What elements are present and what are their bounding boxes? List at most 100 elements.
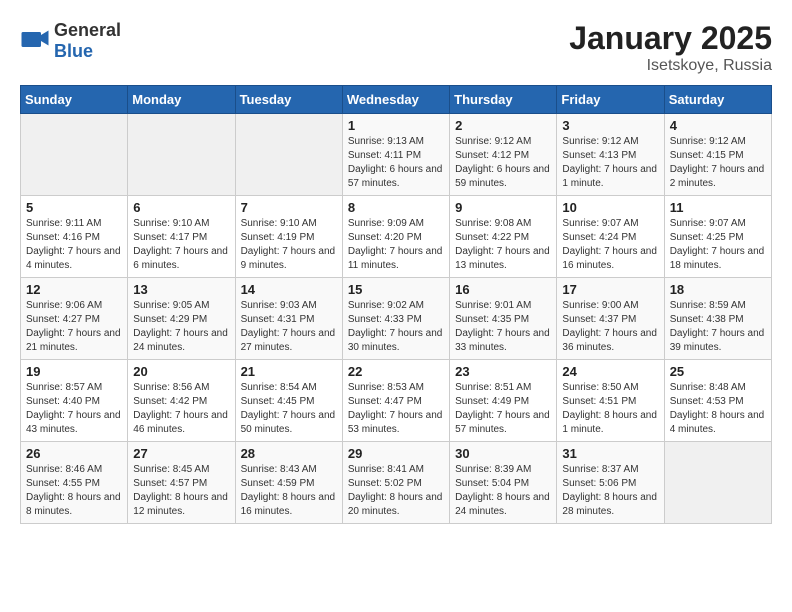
day-number: 24 (562, 364, 658, 379)
calendar-cell: 21 Sunrise: 8:54 AM Sunset: 4:45 PM Dayli… (235, 360, 342, 442)
day-info: Sunrise: 8:51 AM Sunset: 4:49 PM Dayligh… (455, 381, 551, 437)
day-number: 11 (670, 200, 766, 215)
day-number: 12 (26, 282, 122, 297)
day-info: Sunrise: 8:39 AM Sunset: 5:04 PM Dayligh… (455, 463, 551, 519)
day-number: 16 (455, 282, 551, 297)
day-info: Sunrise: 9:00 AM Sunset: 4:37 PM Dayligh… (562, 299, 658, 355)
calendar-cell: 22Sunrise: 8:53 AM Sunset: 4:47 PM Dayli… (342, 360, 449, 442)
calendar-cell: 6 Sunrise: 9:10 AM Sunset: 4:17 PM Daylig… (128, 196, 235, 278)
day-info: Sunrise: 9:07 AM Sunset: 4:25 PM Dayligh… (670, 217, 766, 273)
calendar-week-row: 1 Sunrise: 9:13 AM Sunset: 4:11 PM Daylig… (21, 114, 772, 196)
calendar-cell: 26Sunrise: 8:46 AM Sunset: 4:55 PM Dayli… (21, 442, 128, 524)
logo-general-text: General (54, 20, 121, 40)
day-number: 19 (26, 364, 122, 379)
calendar-cell: 7Sunrise: 9:10 AM Sunset: 4:19 PM Daylig… (235, 196, 342, 278)
day-info: Sunrise: 9:12 AM Sunset: 4:12 PM Dayligh… (455, 135, 551, 191)
day-info: Sunrise: 9:02 AM Sunset: 4:33 PM Dayligh… (348, 299, 444, 355)
calendar-week-row: 19Sunrise: 8:57 AM Sunset: 4:40 PM Dayli… (21, 360, 772, 442)
day-number: 20 (133, 364, 229, 379)
calendar-cell (664, 442, 771, 524)
calendar-cell: 2 Sunrise: 9:12 AM Sunset: 4:12 PM Daylig… (450, 114, 557, 196)
calendar-cell: 4 Sunrise: 9:12 AM Sunset: 4:15 PM Daylig… (664, 114, 771, 196)
calendar-week-row: 26Sunrise: 8:46 AM Sunset: 4:55 PM Dayli… (21, 442, 772, 524)
day-info: Sunrise: 8:48 AM Sunset: 4:53 PM Dayligh… (670, 381, 766, 437)
calendar-week-row: 5Sunrise: 9:11 AM Sunset: 4:16 PM Daylig… (21, 196, 772, 278)
day-info: Sunrise: 8:59 AM Sunset: 4:38 PM Dayligh… (670, 299, 766, 355)
calendar-cell: 18 Sunrise: 8:59 AM Sunset: 4:38 PM Dayli… (664, 278, 771, 360)
day-number: 14 (241, 282, 337, 297)
day-info: Sunrise: 8:46 AM Sunset: 4:55 PM Dayligh… (26, 463, 122, 519)
day-number: 15 (348, 282, 444, 297)
calendar-cell: 9Sunrise: 9:08 AM Sunset: 4:22 PM Daylig… (450, 196, 557, 278)
day-info: Sunrise: 9:10 AM Sunset: 4:17 PM Dayligh… (133, 217, 229, 273)
calendar-cell: 25Sunrise: 8:48 AM Sunset: 4:53 PM Dayli… (664, 360, 771, 442)
month-title: January 2025 (569, 20, 772, 57)
day-info: Sunrise: 9:13 AM Sunset: 4:11 PM Dayligh… (348, 135, 444, 191)
day-info: Sunrise: 8:50 AM Sunset: 4:51 PM Dayligh… (562, 381, 658, 437)
calendar-cell: 14 Sunrise: 9:03 AM Sunset: 4:31 PM Dayli… (235, 278, 342, 360)
calendar-cell (235, 114, 342, 196)
calendar-cell: 30 Sunrise: 8:39 AM Sunset: 5:04 PM Dayli… (450, 442, 557, 524)
day-info: Sunrise: 8:54 AM Sunset: 4:45 PM Dayligh… (241, 381, 337, 437)
calendar-cell (128, 114, 235, 196)
day-info: Sunrise: 9:01 AM Sunset: 4:35 PM Dayligh… (455, 299, 551, 355)
day-of-week-header: Friday (557, 86, 664, 114)
day-number: 18 (670, 282, 766, 297)
day-number: 6 (133, 200, 229, 215)
calendar-table: SundayMondayTuesdayWednesdayThursdayFrid… (20, 85, 772, 524)
day-number: 10 (562, 200, 658, 215)
calendar-cell: 31Sunrise: 8:37 AM Sunset: 5:06 PM Dayli… (557, 442, 664, 524)
calendar-cell: 20 Sunrise: 8:56 AM Sunset: 4:42 PM Dayli… (128, 360, 235, 442)
day-info: Sunrise: 8:56 AM Sunset: 4:42 PM Dayligh… (133, 381, 229, 437)
day-number: 3 (562, 118, 658, 133)
day-info: Sunrise: 8:45 AM Sunset: 4:57 PM Dayligh… (133, 463, 229, 519)
calendar-cell: 11 Sunrise: 9:07 AM Sunset: 4:25 PM Dayli… (664, 196, 771, 278)
page-header: General Blue January 2025 Isetskoye, Rus… (20, 20, 772, 75)
day-info: Sunrise: 9:05 AM Sunset: 4:29 PM Dayligh… (133, 299, 229, 355)
day-number: 2 (455, 118, 551, 133)
day-info: Sunrise: 9:07 AM Sunset: 4:24 PM Dayligh… (562, 217, 658, 273)
calendar-cell (21, 114, 128, 196)
day-number: 28 (241, 446, 337, 461)
logo-icon (20, 26, 50, 56)
calendar-cell: 19Sunrise: 8:57 AM Sunset: 4:40 PM Dayli… (21, 360, 128, 442)
day-number: 23 (455, 364, 551, 379)
day-info: Sunrise: 9:06 AM Sunset: 4:27 PM Dayligh… (26, 299, 122, 355)
title-block: January 2025 Isetskoye, Russia (569, 20, 772, 75)
day-info: Sunrise: 9:09 AM Sunset: 4:20 PM Dayligh… (348, 217, 444, 273)
calendar-cell: 13 Sunrise: 9:05 AM Sunset: 4:29 PM Dayli… (128, 278, 235, 360)
day-info: Sunrise: 9:12 AM Sunset: 4:15 PM Dayligh… (670, 135, 766, 191)
location-title: Isetskoye, Russia (569, 57, 772, 75)
day-of-week-header: Sunday (21, 86, 128, 114)
day-number: 13 (133, 282, 229, 297)
day-of-week-header: Saturday (664, 86, 771, 114)
day-info: Sunrise: 8:41 AM Sunset: 5:02 PM Dayligh… (348, 463, 444, 519)
day-info: Sunrise: 8:37 AM Sunset: 5:06 PM Dayligh… (562, 463, 658, 519)
day-of-week-header: Thursday (450, 86, 557, 114)
calendar-cell: 24 Sunrise: 8:50 AM Sunset: 4:51 PM Dayli… (557, 360, 664, 442)
calendar-cell: 23 Sunrise: 8:51 AM Sunset: 4:49 PM Dayli… (450, 360, 557, 442)
day-info: Sunrise: 8:53 AM Sunset: 4:47 PM Dayligh… (348, 381, 444, 437)
day-number: 21 (241, 364, 337, 379)
calendar-cell: 29 Sunrise: 8:41 AM Sunset: 5:02 PM Dayli… (342, 442, 449, 524)
calendar-cell: 5Sunrise: 9:11 AM Sunset: 4:16 PM Daylig… (21, 196, 128, 278)
day-of-week-header: Monday (128, 86, 235, 114)
calendar-cell: 17Sunrise: 9:00 AM Sunset: 4:37 PM Dayli… (557, 278, 664, 360)
calendar-cell: 28Sunrise: 8:43 AM Sunset: 4:59 PM Dayli… (235, 442, 342, 524)
calendar-header-row: SundayMondayTuesdayWednesdayThursdayFrid… (21, 86, 772, 114)
day-number: 7 (241, 200, 337, 215)
day-number: 1 (348, 118, 444, 133)
day-number: 9 (455, 200, 551, 215)
day-number: 30 (455, 446, 551, 461)
calendar-cell: 27Sunrise: 8:45 AM Sunset: 4:57 PM Dayli… (128, 442, 235, 524)
day-number: 29 (348, 446, 444, 461)
calendar-cell: 1 Sunrise: 9:13 AM Sunset: 4:11 PM Daylig… (342, 114, 449, 196)
calendar-cell: 15 Sunrise: 9:02 AM Sunset: 4:33 PM Dayli… (342, 278, 449, 360)
day-number: 4 (670, 118, 766, 133)
day-info: Sunrise: 9:12 AM Sunset: 4:13 PM Dayligh… (562, 135, 658, 191)
day-of-week-header: Tuesday (235, 86, 342, 114)
day-info: Sunrise: 9:03 AM Sunset: 4:31 PM Dayligh… (241, 299, 337, 355)
day-info: Sunrise: 9:11 AM Sunset: 4:16 PM Dayligh… (26, 217, 122, 273)
day-of-week-header: Wednesday (342, 86, 449, 114)
calendar-cell: 3 Sunrise: 9:12 AM Sunset: 4:13 PM Daylig… (557, 114, 664, 196)
